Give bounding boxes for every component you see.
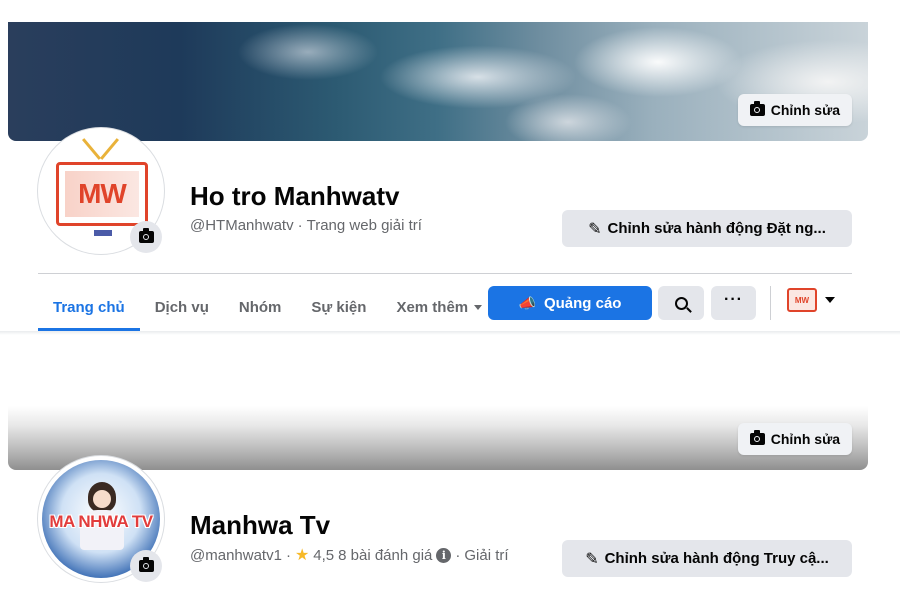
tab-label: Dịch vụ bbox=[154, 298, 209, 316]
advertise-button[interactable]: 📣 Quảng cáo bbox=[488, 286, 652, 320]
character-face bbox=[93, 490, 111, 508]
tab-label: Sự kiện bbox=[311, 298, 367, 316]
camera-icon bbox=[749, 101, 765, 116]
page-subtitle: @HTManhwatv · Trang web giải trí bbox=[190, 217, 422, 234]
rating-value: 4,5 bbox=[313, 546, 335, 564]
edit-action-button[interactable]: ✎ Chỉnh sửa hành động Đặt ng... bbox=[562, 210, 852, 247]
tv-logo: MW bbox=[56, 162, 148, 226]
vertical-divider bbox=[770, 286, 771, 320]
tab-label: Xem thêm bbox=[396, 298, 469, 316]
separator: · bbox=[285, 546, 291, 564]
megaphone-icon: 📣 bbox=[518, 294, 536, 311]
advertise-label: Quảng cáo bbox=[543, 294, 622, 312]
chevron-down-icon bbox=[825, 297, 835, 303]
edit-cover-button[interactable]: Chỉnh sửa bbox=[737, 94, 852, 126]
edit-cover-label: Chỉnh sửa bbox=[770, 431, 840, 447]
divider bbox=[38, 273, 852, 274]
separator: · bbox=[297, 217, 303, 234]
tab-events[interactable]: Sự kiện bbox=[296, 283, 381, 331]
camera-icon bbox=[138, 557, 154, 572]
page-switcher-avatar: MW bbox=[787, 288, 817, 312]
page-switcher[interactable]: MW bbox=[787, 288, 835, 312]
camera-icon bbox=[138, 228, 154, 243]
info-icon[interactable]: i bbox=[436, 547, 452, 563]
tab-groups[interactable]: Nhóm bbox=[224, 283, 297, 331]
edit-cover-label: Chỉnh sửa bbox=[770, 102, 840, 118]
tab-home[interactable]: Trang chủ bbox=[38, 283, 140, 331]
pencil-icon: ✎ bbox=[588, 220, 602, 238]
page-category[interactable]: Giải trí bbox=[464, 547, 508, 564]
tab-more[interactable]: Xem thêm bbox=[381, 283, 497, 331]
search-button[interactable] bbox=[658, 286, 704, 320]
tab-label: Nhóm bbox=[238, 298, 282, 316]
search-icon bbox=[674, 296, 688, 310]
more-options-button[interactable]: ··· bbox=[711, 286, 756, 320]
star-icon: ★ bbox=[294, 547, 310, 564]
page-category[interactable]: Trang web giải trí bbox=[307, 217, 422, 234]
update-avatar-button[interactable] bbox=[130, 221, 162, 253]
edit-cover-button[interactable]: Chỉnh sửa bbox=[737, 423, 852, 455]
tv-antenna-right bbox=[99, 138, 120, 160]
chevron-down-icon bbox=[474, 304, 483, 310]
more-dots-icon: ··· bbox=[724, 291, 743, 308]
camera-icon bbox=[749, 430, 765, 445]
section-shadow bbox=[0, 331, 900, 335]
pencil-icon: ✎ bbox=[585, 550, 599, 568]
page-subtitle: @manhwatv1 · ★ 4,5 8 bài đánh giá i · Gi… bbox=[190, 545, 509, 565]
edit-action-label: Chỉnh sửa hành động Đặt ng... bbox=[607, 220, 826, 237]
logo-text: MW bbox=[78, 178, 127, 209]
update-avatar-button[interactable] bbox=[130, 550, 162, 582]
page-handle: @manhwatv1 bbox=[190, 546, 282, 564]
review-count[interactable]: 8 bài đánh giá bbox=[338, 547, 432, 564]
logo-text: MA NHWA TV bbox=[49, 512, 153, 531]
tv-antenna-left bbox=[81, 138, 102, 160]
page-title: Manhwa Tv bbox=[190, 510, 331, 540]
tv-stand bbox=[94, 230, 112, 236]
edit-action-label: Chỉnh sửa hành động Truy cậ... bbox=[604, 550, 829, 567]
tab-services[interactable]: Dịch vụ bbox=[140, 283, 224, 331]
tab-label: Trang chủ bbox=[53, 298, 125, 316]
page-handle: @HTManhwatv bbox=[190, 217, 294, 234]
edit-action-button[interactable]: ✎ Chỉnh sửa hành động Truy cậ... bbox=[562, 540, 852, 577]
page-tabs: Trang chủ Dịch vụ Nhóm Sự kiện Xem thêm bbox=[38, 283, 497, 331]
separator: · bbox=[455, 546, 461, 564]
page-title: Ho tro Manhwatv bbox=[190, 181, 400, 211]
cover-photo[interactable]: Chỉnh sửa bbox=[8, 22, 868, 141]
